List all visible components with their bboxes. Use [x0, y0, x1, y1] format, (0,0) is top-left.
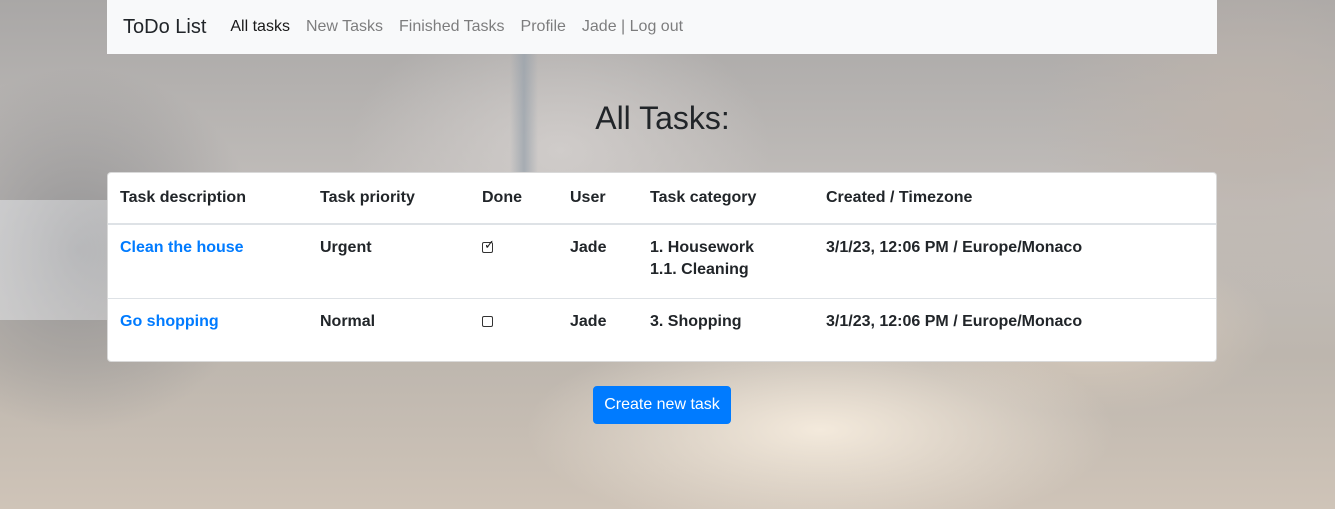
tasks-table-card: Task description Task priority Done User… [107, 172, 1217, 362]
nav-new-tasks[interactable]: New Tasks [306, 18, 383, 36]
page-title: All Tasks: [595, 100, 730, 136]
create-task-button[interactable]: Create new task [593, 386, 731, 424]
header-user: User [558, 173, 638, 225]
task-priority: Normal [320, 313, 376, 330]
navbar: ToDo List All tasks New Tasks Finished T… [107, 0, 1217, 54]
done-checkbox-checked[interactable]: ✓ [482, 238, 495, 253]
nav-profile[interactable]: Profile [521, 18, 566, 36]
table-row: Clean the house Urgent ✓ Jade 1. Housewo… [108, 224, 1216, 299]
task-user: Jade [558, 224, 638, 299]
nav-finished-tasks[interactable]: Finished Tasks [399, 18, 505, 36]
tasks-table: Task description Task priority Done User… [108, 173, 1216, 363]
task-created: 3/1/23, 12:06 PM / Europe/Monaco [826, 313, 1083, 330]
task-subcategory: 1.1. Cleaning [650, 261, 749, 278]
header-priority: Task priority [308, 173, 470, 225]
task-created: 3/1/23, 12:06 PM / Europe/Monaco [814, 224, 1216, 299]
brand-logo[interactable]: ToDo List [123, 16, 206, 39]
task-category: 3. Shopping [650, 313, 742, 330]
task-user: Jade [570, 313, 607, 330]
header-description: Task description [108, 173, 308, 225]
table-header-row: Task description Task priority Done User… [108, 173, 1216, 225]
task-link[interactable]: Go shopping [120, 313, 219, 330]
checkmark-icon: ✓ [484, 237, 495, 252]
nav-all-tasks[interactable]: All tasks [230, 18, 290, 36]
header-done: Done [470, 173, 558, 225]
nav-logout[interactable]: Jade | Log out [582, 18, 683, 36]
task-link[interactable]: Clean the house [120, 239, 244, 256]
done-checkbox-unchecked[interactable] [482, 316, 493, 327]
header-category: Task category [638, 173, 814, 225]
task-category: 1. Housework [650, 239, 755, 256]
header-created: Created / Timezone [814, 173, 1216, 225]
table-row: Go shopping Normal Jade 3. Shopping 3/1/… [108, 299, 1216, 364]
task-priority: Urgent [308, 224, 470, 299]
